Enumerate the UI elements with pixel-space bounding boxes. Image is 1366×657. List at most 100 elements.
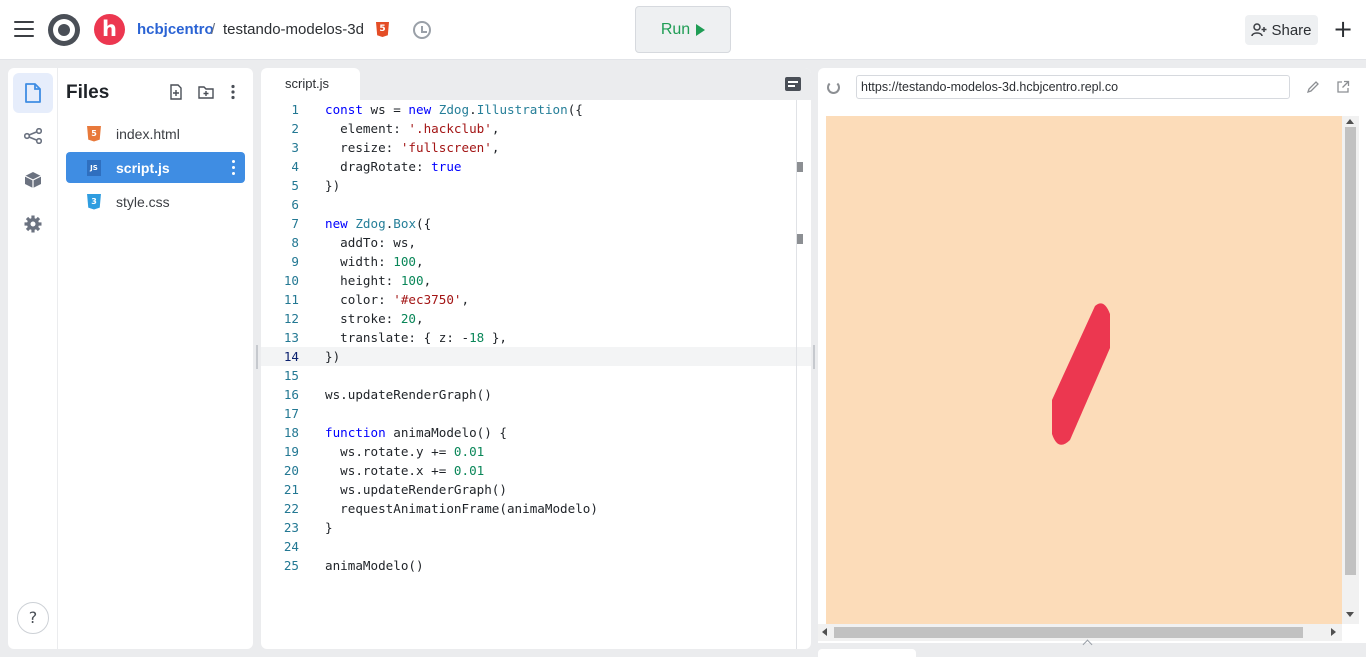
line-number: 22: [283, 501, 299, 516]
line-number: 5: [291, 178, 299, 193]
code-line[interactable]: 1 const ws = new Zdog.Illustration({: [261, 100, 811, 119]
code-line[interactable]: 5}): [261, 176, 811, 195]
preview-canvas[interactable]: [826, 116, 1342, 624]
pane-resize-handle[interactable]: [813, 345, 815, 369]
code-text: dragRotate: true: [325, 159, 462, 174]
help-button[interactable]: ?: [17, 602, 49, 634]
left-rail: ?: [8, 68, 57, 649]
code-line[interactable]: 8 addTo: ws,: [261, 233, 811, 252]
line-number: 17: [283, 406, 299, 421]
more-options-icon[interactable]: [225, 84, 241, 100]
code-line[interactable]: 20 ws.rotate.x += 0.01: [261, 461, 811, 480]
code-line[interactable]: 23}: [261, 518, 811, 537]
code-line[interactable]: 17: [261, 404, 811, 423]
code-text: ws.rotate.x += 0.01: [325, 463, 485, 478]
new-file-icon[interactable]: [168, 84, 184, 100]
breadcrumb-owner[interactable]: hcbjcentro: [137, 21, 214, 38]
files-title: Files: [66, 82, 110, 103]
open-new-tab-icon[interactable]: [1336, 80, 1350, 94]
line-number: 24: [283, 539, 299, 554]
code-text: width: 100,: [325, 254, 424, 269]
breadcrumb-repl-name[interactable]: testando-modelos-3d: [223, 21, 364, 38]
vertical-scrollbar[interactable]: [1342, 116, 1359, 624]
run-button[interactable]: Run: [635, 6, 731, 53]
code-line[interactable]: 2 element: '.hackclub',: [261, 119, 811, 138]
code-text: new Zdog.Box({: [325, 216, 432, 231]
horizontal-scrollbar[interactable]: [818, 624, 1342, 641]
line-number: 9: [291, 254, 299, 269]
code-line[interactable]: 21 ws.updateRenderGraph(): [261, 480, 811, 499]
file-menu-icon[interactable]: [232, 160, 235, 175]
replit-logo[interactable]: [48, 14, 80, 46]
line-number: 19: [283, 444, 299, 459]
file-name: style.css: [116, 193, 170, 210]
code-line[interactable]: 13 translate: { z: -18 },: [261, 328, 811, 347]
file-name: index.html: [116, 125, 180, 142]
line-number: 12: [283, 311, 299, 326]
line-number: 16: [283, 387, 299, 402]
code-line[interactable]: 19 ws.rotate.y += 0.01: [261, 442, 811, 461]
new-folder-icon[interactable]: [198, 84, 214, 100]
packages-icon: [24, 172, 42, 188]
line-number: 13: [283, 330, 299, 345]
git-icon: [24, 128, 42, 144]
avatar[interactable]: h: [94, 14, 125, 45]
history-icon[interactable]: [413, 21, 431, 39]
line-number: 8: [291, 235, 299, 250]
pencil-icon[interactable]: [1306, 80, 1320, 94]
url-bar[interactable]: https://testando-modelos-3d.hcbjcentro.r…: [856, 75, 1290, 99]
code-line[interactable]: 22 requestAnimationFrame(animaModelo): [261, 499, 811, 518]
scroll-thumb[interactable]: [834, 627, 1303, 638]
file-item-style-css[interactable]: 3 style.css: [66, 186, 245, 217]
code-text: animaModelo(): [325, 558, 424, 573]
code-line[interactable]: 18 function animaModelo() {: [261, 423, 811, 442]
code-line[interactable]: 7 new Zdog.Box({: [261, 214, 811, 233]
rail-settings[interactable]: [13, 204, 53, 244]
file-item-script-js[interactable]: JS script.js: [66, 152, 245, 183]
code-line[interactable]: 9 width: 100,: [261, 252, 811, 271]
scroll-left-icon[interactable]: [822, 628, 827, 636]
css3-icon: 3: [87, 193, 101, 210]
code-text: height: 100,: [325, 273, 432, 288]
rail-files[interactable]: [13, 73, 53, 113]
line-number: 7: [291, 216, 299, 231]
line-number: 21: [283, 482, 299, 497]
code-line[interactable]: 3 resize: 'fullscreen',: [261, 138, 811, 157]
code-line[interactable]: 14}): [261, 347, 811, 366]
code-line[interactable]: 11 color: '#ec3750',: [261, 290, 811, 309]
code-line[interactable]: 24: [261, 537, 811, 556]
reload-icon[interactable]: [827, 81, 840, 94]
share-button[interactable]: Share: [1245, 15, 1318, 45]
code-text: stroke: 20,: [325, 311, 424, 326]
rail-git[interactable]: [13, 116, 53, 156]
editor-scrollbar[interactable]: [796, 100, 797, 649]
rail-packages[interactable]: [13, 160, 53, 200]
code-editor: script.js 1 const ws = new Zdog.Illustrat…: [261, 68, 811, 649]
scroll-right-icon[interactable]: [1331, 628, 1336, 636]
code-line[interactable]: 16 ws.updateRenderGraph(): [261, 385, 811, 404]
code-text: requestAnimationFrame(animaModelo): [325, 501, 598, 516]
scroll-marker: [797, 162, 803, 172]
code-line[interactable]: 12 stroke: 20,: [261, 309, 811, 328]
file-item-index-html[interactable]: 5 index.html: [66, 118, 245, 149]
code-line[interactable]: 10 height: 100,: [261, 271, 811, 290]
tab-script-js[interactable]: script.js: [261, 68, 360, 100]
scroll-down-icon[interactable]: [1346, 612, 1354, 617]
code-line[interactable]: 4 dragRotate: true: [261, 157, 811, 176]
code-text: ws.updateRenderGraph(): [325, 387, 492, 402]
settings-icon: [24, 215, 42, 233]
format-icon[interactable]: [785, 77, 801, 91]
code-text: ws.updateRenderGraph(): [325, 482, 507, 497]
scroll-up-icon[interactable]: [1346, 119, 1354, 124]
new-repl-button[interactable]: +: [1333, 16, 1353, 42]
menu-icon[interactable]: [14, 21, 34, 37]
console-tab[interactable]: [818, 649, 916, 657]
code-line[interactable]: 15: [261, 366, 811, 385]
scroll-thumb[interactable]: [1345, 127, 1356, 575]
js-icon: JS: [87, 159, 101, 176]
line-number: 11: [283, 292, 299, 307]
code-text: function animaModelo() {: [325, 425, 507, 440]
pane-resize-handle[interactable]: [256, 345, 258, 369]
code-line[interactable]: 6: [261, 195, 811, 214]
code-line[interactable]: 25 animaModelo(): [261, 556, 811, 575]
